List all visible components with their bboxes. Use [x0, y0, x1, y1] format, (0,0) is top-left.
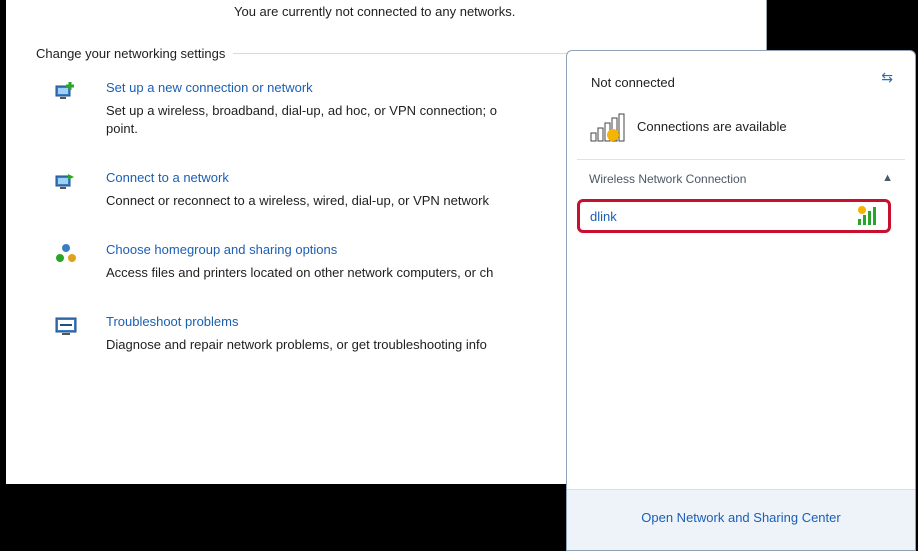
- connect-network-desc: Connect or reconnect to a wireless, wire…: [106, 193, 489, 208]
- homegroup-icon: [56, 244, 76, 262]
- homegroup-link[interactable]: Choose homegroup and sharing options: [106, 242, 337, 257]
- connect-network-icon: [55, 174, 74, 189]
- setup-connection-desc-line1: Set up a wireless, broadband, dial-up, a…: [106, 103, 497, 118]
- setup-connection-link[interactable]: Set up a new connection or network: [106, 80, 313, 95]
- flyout-status-title: Not connected: [591, 75, 675, 90]
- connections-available-text: Connections are available: [637, 119, 787, 134]
- wireless-group-label: Wireless Network Connection: [589, 172, 747, 186]
- setup-connection-desc: Set up a wireless, broadband, dial-up, a…: [106, 102, 626, 138]
- flyout-footer: Open Network and Sharing Center: [567, 489, 915, 550]
- new-connection-icon: [55, 82, 74, 99]
- flyout-divider: [577, 159, 905, 160]
- troubleshoot-icon: [55, 317, 77, 335]
- taskbar: [0, 484, 566, 551]
- connections-available-icon: [590, 113, 625, 142]
- network-name: dlink: [590, 209, 617, 224]
- troubleshoot-link[interactable]: Troubleshoot problems: [106, 314, 238, 329]
- refresh-icon[interactable]: ⇆: [881, 69, 893, 86]
- section-heading: Change your networking settings: [36, 46, 576, 61]
- network-item-dlink[interactable]: dlink: [577, 199, 891, 233]
- section-divider: [233, 53, 576, 54]
- wifi-signal-icon: [858, 206, 876, 225]
- network-flyout: Not connected ⇆ Connections are availabl…: [566, 50, 916, 551]
- section-heading-label: Change your networking settings: [36, 46, 226, 61]
- connection-status-text: You are currently not connected to any n…: [234, 4, 516, 19]
- homegroup-desc: Access files and printers located on oth…: [106, 265, 494, 280]
- connect-network-link[interactable]: Connect to a network: [106, 170, 229, 185]
- setup-connection-desc-line2: point.: [106, 121, 138, 136]
- collapse-caret-icon[interactable]: ▲: [882, 172, 893, 184]
- troubleshoot-desc: Diagnose and repair network problems, or…: [106, 337, 487, 352]
- open-network-sharing-center-link[interactable]: Open Network and Sharing Center: [567, 510, 915, 525]
